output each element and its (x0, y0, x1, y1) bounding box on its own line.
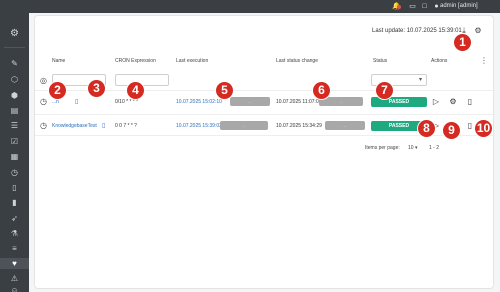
jobs-card: Last update: 10.07.2025 15:39:01 ⤓ ⚙ Nam… (34, 15, 495, 289)
gear-icon[interactable]: ⚙ (9, 28, 20, 39)
column-cron[interactable]: CRON Expression (115, 58, 156, 64)
main-area: Last update: 10.07.2025 15:39:01 ⤓ ⚙ Nam… (29, 13, 500, 292)
status-change-badge: ... (325, 121, 365, 130)
job-name-link[interactable]: ...n (52, 99, 59, 105)
document-icon[interactable]: ▯ (465, 97, 475, 107)
status-change-badge: ... (319, 97, 363, 106)
list-icon[interactable]: ☰ (8, 120, 21, 131)
chart-icon[interactable]: ≡ (8, 243, 21, 254)
column-actions: Actions (431, 58, 448, 64)
column-last-execution[interactable]: Last execution (176, 58, 208, 64)
last-status-change: 10.07.2025 11:07:07 (276, 99, 322, 105)
items-per-page-label: Items per page: (365, 145, 400, 151)
cubes-icon[interactable]: ⬢ (8, 90, 21, 101)
database-icon[interactable]: ▤ (8, 105, 21, 116)
last-execution-badge: ... (230, 97, 270, 106)
marker-7: 7 (376, 82, 393, 99)
monitor-icon[interactable]: ▭ (408, 2, 417, 11)
tasks-icon[interactable]: ☑ (8, 136, 21, 147)
chat-icon[interactable]: □ (420, 2, 429, 11)
marker-8: 8 (418, 120, 435, 137)
marker-9: 9 (443, 122, 460, 139)
top-bar: 🔔 ▭ □ ● admin [admin] (0, 0, 500, 13)
column-name[interactable]: Name (52, 58, 65, 64)
marker-3: 3 (88, 80, 105, 97)
user-icon[interactable]: ☺ (8, 285, 21, 292)
table-header: Name CRON Expression Last execution Last… (35, 58, 495, 68)
heartbeat-icon[interactable]: ♥ (0, 258, 29, 269)
cron-expression: 0 0 7 * * ? (115, 123, 137, 129)
marker-5: 5 (216, 82, 233, 99)
edit-icon[interactable]: ✎ (8, 58, 21, 69)
file-code-icon[interactable]: ▮ (8, 197, 21, 208)
sidebar: ⚙ ✎ ⬡ ⬢ ▤ ☰ ☑ ▦ ◷ ▯ ▮ ➶ ⚗ ≡ ♥ ⚠ ☺ (0, 13, 29, 292)
chevron-down-icon[interactable]: ▾ (415, 145, 418, 151)
flask-icon[interactable]: ⚗ (8, 228, 21, 239)
marker-4: 4 (127, 82, 144, 99)
globe-icon[interactable]: ◎ (39, 76, 48, 85)
column-last-status-change[interactable]: Last status change (276, 58, 318, 64)
calendar-icon[interactable]: ▦ (8, 151, 21, 162)
settings-gear-icon[interactable]: ⚙ (473, 26, 483, 36)
page-range: 1 - 2 (429, 145, 440, 151)
file-icon[interactable]: ▯ (8, 182, 21, 193)
cube-icon[interactable]: ⬡ (8, 74, 21, 85)
clock-icon[interactable]: ◷ (8, 167, 21, 178)
user-label[interactable]: admin [admin] (440, 3, 478, 9)
marker-10: 10 (475, 120, 492, 137)
marker-2: 2 (49, 82, 66, 99)
marker-6: 6 (313, 82, 330, 99)
document-icon[interactable]: ▯ (465, 121, 475, 131)
table-row: ◷ ...n ▯ 0/10 * * * * 10.07.2025 15:02:1… (35, 90, 495, 112)
sidebar-divider (4, 47, 25, 48)
job-name-link[interactable]: KnowledgebaseTest (52, 123, 97, 129)
warning-icon[interactable]: ⚠ (8, 273, 21, 284)
last-update-label: Last update: 10.07.2025 15:39:01 (372, 28, 462, 34)
more-vertical-icon[interactable]: ⋮ (480, 56, 488, 66)
clock-icon: ◷ (40, 121, 47, 130)
cron-expression: 0/10 * * * * (115, 99, 139, 105)
page-size-select[interactable]: 10 (408, 145, 414, 151)
last-execution-badge: ... (220, 121, 268, 130)
rocket-icon[interactable]: ➶ (8, 213, 21, 224)
column-status[interactable]: Status (373, 58, 387, 64)
last-status-change: 10.07.2025 15:34:29 (276, 123, 322, 129)
marker-1: 1 (454, 34, 471, 51)
last-execution-link[interactable]: 10.07.2025 15:02:10 (176, 99, 222, 105)
status-badge: PASSED (371, 97, 427, 107)
play-icon[interactable]: ▷ (431, 97, 441, 107)
document-icon[interactable]: ▯ (102, 122, 105, 129)
gear-icon[interactable]: ⚙ (448, 97, 458, 107)
last-execution-link[interactable]: 10.07.2025 15:39:03 (176, 123, 222, 129)
clock-icon: ◷ (40, 97, 47, 106)
chevron-down-icon: ▾ (418, 77, 422, 83)
notification-badge (397, 5, 401, 9)
document-icon[interactable]: ▯ (75, 98, 78, 105)
